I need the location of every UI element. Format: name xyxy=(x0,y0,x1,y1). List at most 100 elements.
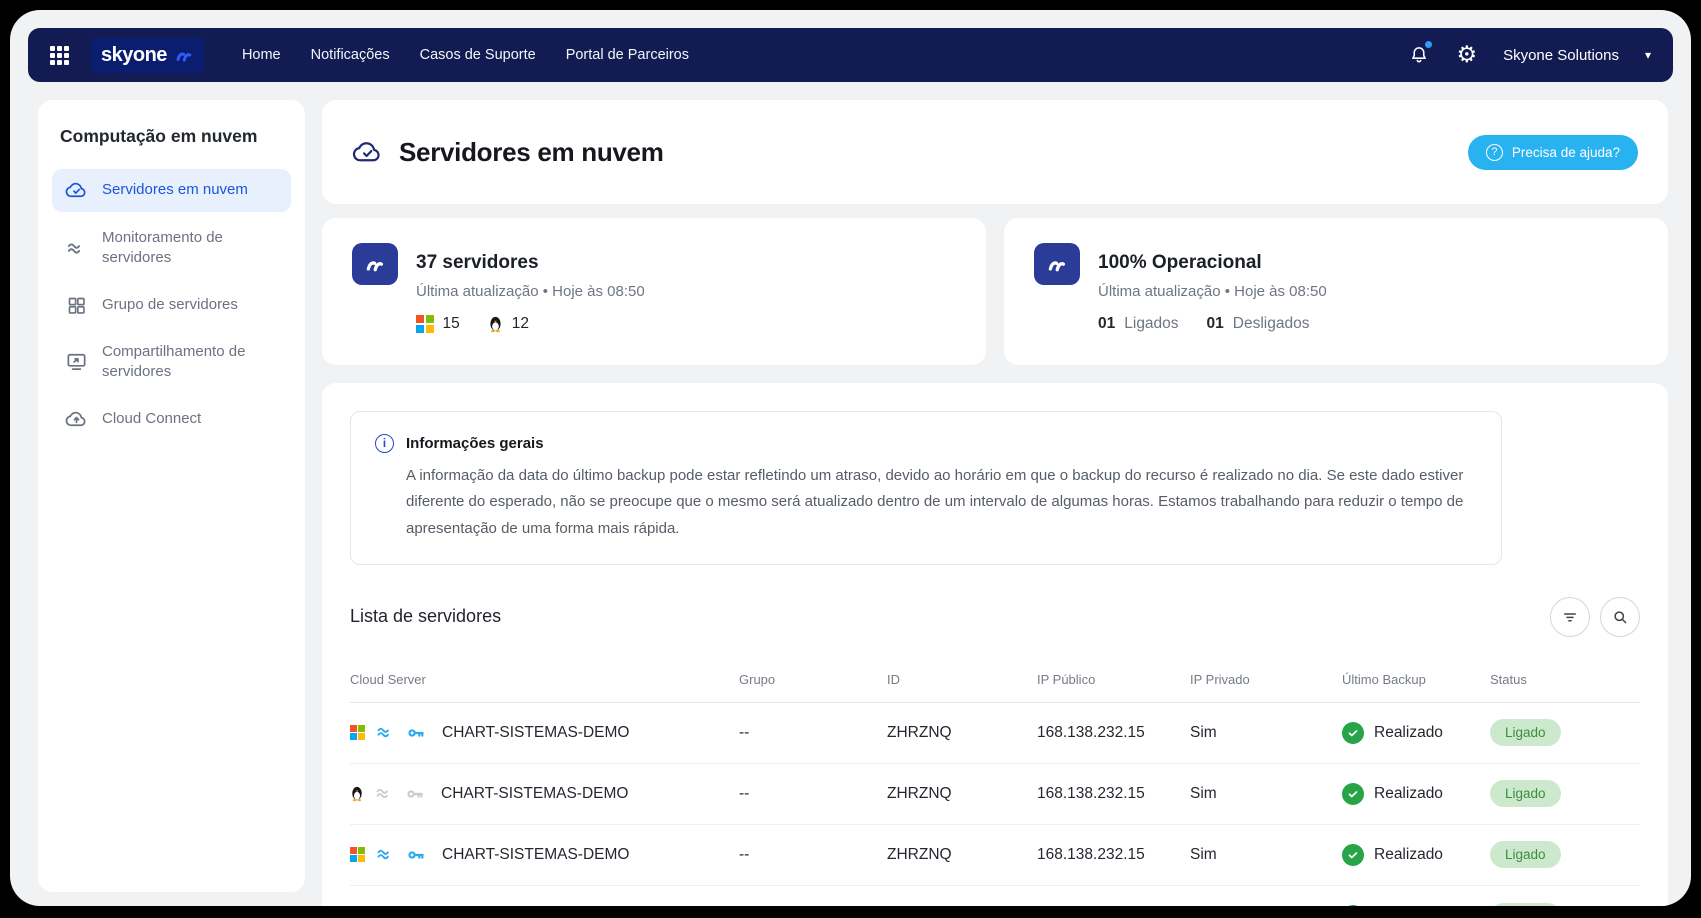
apps-grid-icon[interactable] xyxy=(50,46,69,65)
servers-table: Cloud Server Grupo ID IP Público IP Priv… xyxy=(350,657,1640,906)
main-content: Servidores em nuvem ? Precisa de ajuda? … xyxy=(322,100,1668,906)
status-badge: Ligado xyxy=(1490,841,1561,868)
app-window: skyone Home Notificações Casos de Suport… xyxy=(10,10,1691,906)
server-grupo: -- xyxy=(739,724,887,742)
server-name: CHART-SISTEMAS-DEMO xyxy=(442,724,629,742)
sidebar-item-label: Compartilhamento de servidores xyxy=(102,342,279,383)
top-navbar: skyone Home Notificações Casos de Suport… xyxy=(28,28,1673,82)
server-ip-publico: 168.138.232.15 xyxy=(1037,846,1190,864)
server-ip-privado: Sim xyxy=(1190,785,1342,803)
nav-link-portal-de-parceiros[interactable]: Portal de Parceiros xyxy=(566,47,689,63)
sidebar-item-grupo-de-servidores[interactable]: Grupo de servidores xyxy=(52,285,291,326)
info-box-text: A informação da data do último backup po… xyxy=(406,463,1477,542)
server-ip-privado: Sim xyxy=(1190,724,1342,742)
notifications-bell-icon[interactable] xyxy=(1408,44,1430,66)
linux-count: 12 xyxy=(488,315,529,333)
monitoring-waves-icon xyxy=(375,844,396,865)
nav-link-notificacoes[interactable]: Notificações xyxy=(311,47,390,63)
table-row[interactable]: CHART-SISTEMAS-DEMO -- ZHRZNQ 168.138.23… xyxy=(350,886,1640,906)
settings-gear-icon[interactable]: ⚙ xyxy=(1456,44,1477,67)
sidebar-item-compartilhamento-de-servidores[interactable]: Compartilhamento de servidores xyxy=(52,332,291,393)
grid-squares-icon xyxy=(64,295,88,316)
notification-dot xyxy=(1425,41,1432,48)
cloud-upload-icon xyxy=(64,408,88,431)
check-circle-icon xyxy=(1342,844,1364,866)
sidebar-item-monitoramento-de-servidores[interactable]: Monitoramento de servidores xyxy=(52,218,291,279)
activity-waves-icon xyxy=(64,237,88,260)
server-backup: Realizado xyxy=(1342,783,1490,805)
table-row[interactable]: CHART-SISTEMAS-DEMO -- ZHRZNQ 168.138.23… xyxy=(350,703,1640,764)
col-ultimo-backup: Último Backup xyxy=(1342,672,1490,687)
sidebar-item-label: Servidores em nuvem xyxy=(102,180,248,200)
page-header: Servidores em nuvem ? Precisa de ajuda? xyxy=(322,100,1668,204)
server-ip-publico: 168.138.232.15 xyxy=(1037,785,1190,803)
table-row[interactable]: CHART-SISTEMAS-DEMO -- ZHRZNQ 168.138.23… xyxy=(350,764,1640,825)
col-grupo: Grupo xyxy=(739,672,887,687)
skyone-tile-icon xyxy=(352,243,398,285)
server-backup: Realizado xyxy=(1342,844,1490,866)
server-list-card: i Informações gerais A informação da dat… xyxy=(322,383,1668,906)
status-badge: Ligado xyxy=(1490,719,1561,746)
operational-title: 100% Operacional xyxy=(1098,243,1327,274)
server-name: CHART-SISTEMAS-DEMO xyxy=(441,785,628,803)
monitoring-waves-icon xyxy=(374,783,395,804)
screen-share-icon xyxy=(64,350,88,373)
table-row[interactable]: CHART-SISTEMAS-DEMO -- ZHRZNQ 168.138.23… xyxy=(350,825,1640,886)
info-box-title: Informações gerais xyxy=(406,435,544,452)
skyone-swoosh-icon xyxy=(174,47,194,63)
sidebar-item-label: Monitoramento de servidores xyxy=(102,228,279,269)
server-id: ZHRZNQ xyxy=(887,724,1037,742)
account-menu[interactable]: Skyone Solutions ▾ xyxy=(1503,47,1651,64)
check-circle-icon xyxy=(1342,905,1364,906)
filter-button[interactable] xyxy=(1550,597,1590,637)
windows-icon xyxy=(350,847,365,862)
monitoring-waves-icon xyxy=(375,722,396,743)
sidebar-item-label: Grupo de servidores xyxy=(102,295,238,315)
nav-link-home[interactable]: Home xyxy=(242,47,281,63)
help-button-label: Precisa de ajuda? xyxy=(1512,145,1620,160)
col-id: ID xyxy=(887,672,1037,687)
question-circle-icon: ? xyxy=(1486,144,1503,161)
cloud-check-title-icon xyxy=(352,137,383,168)
on-count: 01 Ligados xyxy=(1098,315,1179,333)
server-id: ZHRZNQ xyxy=(887,846,1037,864)
linux-penguin-icon xyxy=(488,315,503,333)
skyone-logo-text: skyone xyxy=(101,44,167,67)
cloud-check-icon xyxy=(64,179,88,202)
status-badge: Ligado xyxy=(1490,780,1561,807)
servers-count-subtitle: Última atualização • Hoje às 08:50 xyxy=(416,283,645,300)
operational-subtitle: Última atualização • Hoje às 08:50 xyxy=(1098,283,1327,300)
operational-card: 100% Operacional Última atualização • Ho… xyxy=(1004,218,1668,365)
nav-links: Home Notificações Casos de Suporte Porta… xyxy=(242,47,689,63)
table-header-row: Cloud Server Grupo ID IP Público IP Priv… xyxy=(350,657,1640,703)
server-list-title: Lista de servidores xyxy=(350,606,501,627)
skyone-logo[interactable]: skyone xyxy=(91,38,204,73)
server-backup: Realizado xyxy=(1342,722,1490,744)
info-box: i Informações gerais A informação da dat… xyxy=(350,411,1502,565)
server-backup: Realizado xyxy=(1342,905,1490,906)
windows-count: 15 xyxy=(416,315,460,333)
off-count: 01 Desligados xyxy=(1207,315,1310,333)
windows-icon xyxy=(350,725,365,740)
help-button[interactable]: ? Precisa de ajuda? xyxy=(1468,135,1638,170)
sidebar-title: Computação em nuvem xyxy=(60,126,283,147)
sidebar-item-servidores-em-nuvem[interactable]: Servidores em nuvem xyxy=(52,169,291,212)
sidebar: Computação em nuvem Servidores em nuvem … xyxy=(38,100,305,892)
page-title: Servidores em nuvem xyxy=(399,137,664,168)
sidebar-item-cloud-connect[interactable]: Cloud Connect xyxy=(52,398,291,441)
sidebar-item-label: Cloud Connect xyxy=(102,409,201,429)
key-icon xyxy=(406,723,426,743)
search-button[interactable] xyxy=(1600,597,1640,637)
key-icon xyxy=(405,784,425,804)
chevron-down-icon: ▾ xyxy=(1645,48,1651,62)
col-cloud-server: Cloud Server xyxy=(350,672,739,687)
col-ip-privado: IP Privado xyxy=(1190,672,1342,687)
col-status: Status xyxy=(1490,672,1640,687)
status-badge: Ligado xyxy=(1490,903,1561,906)
server-grupo: -- xyxy=(739,846,887,864)
nav-link-casos-de-suporte[interactable]: Casos de Suporte xyxy=(420,47,536,63)
server-grupo: -- xyxy=(739,785,887,803)
check-circle-icon xyxy=(1342,783,1364,805)
server-id: ZHRZNQ xyxy=(887,785,1037,803)
servers-count-card: 37 servidores Última atualização • Hoje … xyxy=(322,218,986,365)
